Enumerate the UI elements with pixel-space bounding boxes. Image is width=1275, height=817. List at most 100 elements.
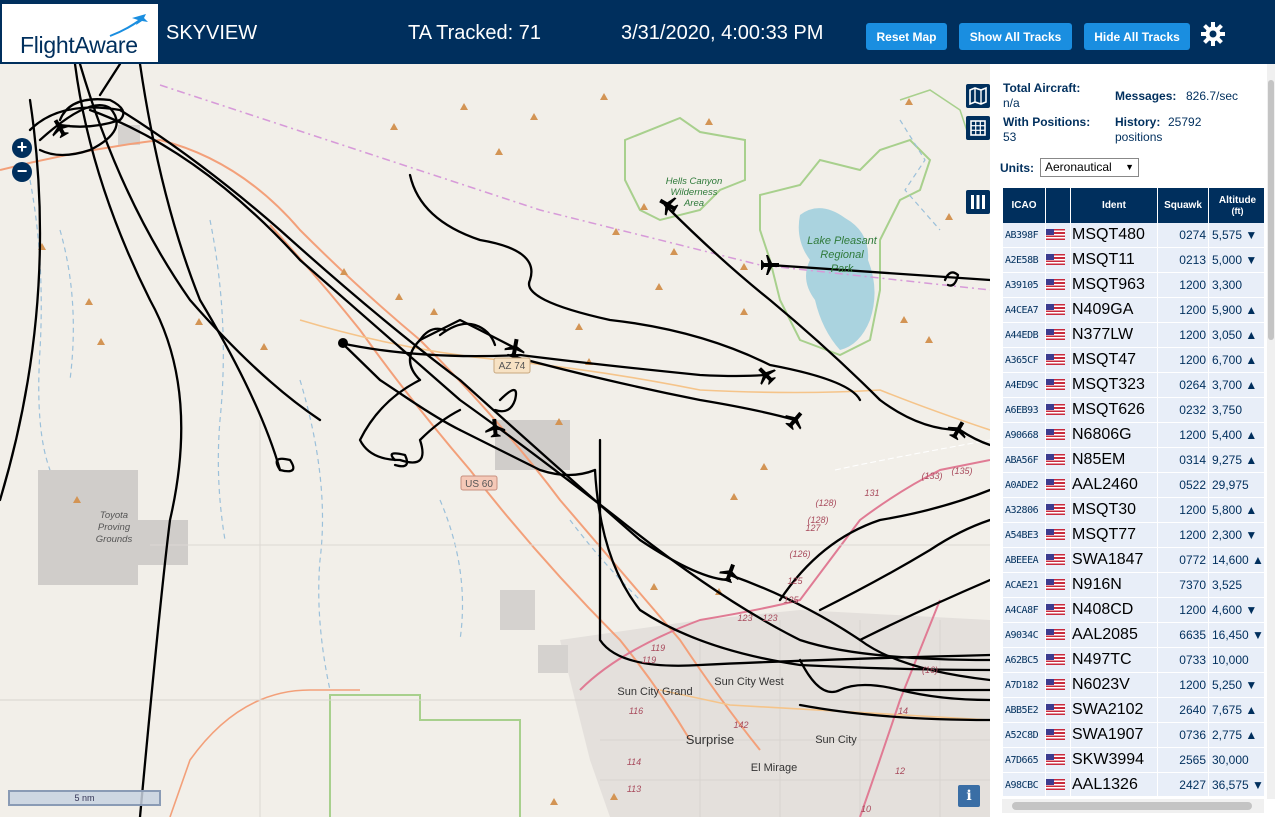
icao-cell: A90668	[1003, 423, 1045, 448]
table-row[interactable]: A54BE3 MSQT77 1200 2,300 ▼	[1003, 523, 1264, 548]
table-row[interactable]: A365CF MSQT47 1200 6,700 ▲	[1003, 348, 1264, 373]
toggle-columns-button[interactable]	[966, 190, 990, 214]
table-row[interactable]: ABA56F N85EM 0314 9,275 ▲	[1003, 448, 1264, 473]
table-row[interactable]: ACAE21 N916N 7370 3,525	[1003, 573, 1264, 598]
dropdown-arrow-icon: ▼	[1125, 162, 1134, 172]
units-select[interactable]: Aeronautical ▼	[1040, 158, 1139, 177]
table-row[interactable]: A4CEA7 N409GA 1200 5,900 ▲	[1003, 298, 1264, 323]
with-positions-label: With Positions:	[1003, 115, 1091, 129]
table-row[interactable]: ABB5E2 SWA2102 2640 7,675 ▲	[1003, 698, 1264, 723]
ident-cell: MSQT11	[1071, 248, 1157, 273]
table-row[interactable]: A62BC5 N497TC 0733 10,000	[1003, 648, 1264, 673]
ident-cell: MSQT77	[1071, 523, 1157, 548]
altitude-cell: 5,250 ▼	[1209, 673, 1264, 698]
flag-cell	[1046, 673, 1070, 698]
logo-text: FlightAware	[20, 32, 138, 58]
panel-vertical-scroll-thumb[interactable]	[1268, 80, 1274, 340]
ident-cell: AAL1326	[1071, 773, 1157, 796]
table-row[interactable]: A44EDB N377LW 1200 3,050 ▲	[1003, 323, 1264, 348]
us-flag-icon	[1046, 679, 1065, 691]
flag-cell	[1046, 448, 1070, 473]
flag-cell	[1046, 573, 1070, 598]
flag-cell	[1046, 548, 1070, 573]
map-icon	[969, 86, 987, 106]
table-row[interactable]: A4CA8F N408CD 1200 4,600 ▼	[1003, 598, 1264, 623]
table-row[interactable]: A7D665 SKW3994 2565 30,000	[1003, 748, 1264, 773]
squawk-cell: 1200	[1158, 523, 1208, 548]
table-row[interactable]: A98CBC AAL1326 2427 36,575 ▼	[1003, 773, 1264, 796]
icao-cell: A52C8D	[1003, 723, 1045, 748]
columns-icon	[971, 195, 985, 209]
flag-cell	[1046, 723, 1070, 748]
reset-map-button[interactable]: Reset Map	[866, 23, 947, 50]
map-layers-button[interactable]	[966, 84, 990, 108]
grid-icon	[970, 120, 986, 136]
table-row[interactable]: A9034C AAL2085 6635 16,450 ▼	[1003, 623, 1264, 648]
table-row[interactable]: A52C8D SWA1907 0736 2,775 ▲	[1003, 723, 1264, 748]
squawk-cell: 0522	[1158, 473, 1208, 498]
us-flag-icon	[1046, 554, 1065, 566]
altitude-cell: 5,900 ▲	[1209, 298, 1264, 323]
flag-cell	[1046, 648, 1070, 673]
squawk-cell: 2427	[1158, 773, 1208, 796]
flag-cell	[1046, 748, 1070, 773]
column-header-altitude[interactable]: Altitude (ft)	[1209, 188, 1264, 223]
show-all-tracks-button[interactable]: Show All Tracks	[959, 23, 1072, 50]
table-row[interactable]: A0ADE2 AAL2460 0522 29,975	[1003, 473, 1264, 498]
icao-cell: A7D182	[1003, 673, 1045, 698]
route-number-label: 131	[864, 488, 879, 498]
ident-cell: MSQT30	[1071, 498, 1157, 523]
icao-cell: A44EDB	[1003, 323, 1045, 348]
column-header-ident[interactable]: Ident	[1071, 188, 1157, 223]
ident-cell: SWA2102	[1071, 698, 1157, 723]
table-row[interactable]: A7D182 N6023V 1200 5,250 ▼	[1003, 673, 1264, 698]
table-row[interactable]: A32806 MSQT30 1200 5,800 ▲	[1003, 498, 1264, 523]
gear-icon[interactable]	[1199, 20, 1227, 48]
zoom-in-button[interactable]: +	[12, 138, 32, 158]
map-canvas[interactable]: AZ 74 US 60 Hells Canyon Wilderness Area…	[0, 64, 990, 817]
us-flag-icon	[1046, 379, 1065, 391]
zoom-out-button[interactable]: −	[12, 162, 32, 182]
icao-cell: A4ED9C	[1003, 373, 1045, 398]
history-unit: positions	[1115, 130, 1163, 144]
altitude-cell: 2,300 ▼	[1209, 523, 1264, 548]
info-button[interactable]: i	[958, 785, 980, 807]
table-row[interactable]: A39105 MSQT963 1200 3,300	[1003, 273, 1264, 298]
us-flag-icon	[1046, 579, 1065, 591]
table-row[interactable]: A90668 N6806G 1200 5,400 ▲	[1003, 423, 1264, 448]
map-grid-button[interactable]	[966, 116, 990, 140]
us-flag-icon	[1046, 229, 1065, 241]
route-number-label: 114	[627, 757, 641, 767]
column-header-flag[interactable]	[1046, 188, 1070, 223]
column-header-icao[interactable]: ICAO	[1003, 188, 1045, 223]
us-flag-icon	[1046, 429, 1065, 441]
brand-title: SKYVIEW	[166, 22, 258, 44]
table-header-row: ICAO Ident Squawk Altitude (ft)	[1003, 188, 1264, 223]
table-row[interactable]: A4ED9C MSQT323 0264 3,700 ▲	[1003, 373, 1264, 398]
squawk-cell: 0264	[1158, 373, 1208, 398]
flightaware-logo[interactable]: FlightAware	[2, 4, 158, 62]
map-view[interactable]: AZ 74 US 60 Hells Canyon Wilderness Area…	[0, 64, 990, 817]
ident-cell: MSQT323	[1071, 373, 1157, 398]
icao-cell: ABA56F	[1003, 448, 1045, 473]
icao-cell: A62BC5	[1003, 648, 1045, 673]
ident-cell: N85EM	[1071, 448, 1157, 473]
squawk-cell: 0213	[1158, 248, 1208, 273]
total-aircraft-value: n/a	[1003, 96, 1020, 110]
column-header-squawk[interactable]: Squawk	[1158, 188, 1208, 223]
squawk-cell: 7370	[1158, 573, 1208, 598]
ident-cell: SWA1907	[1071, 723, 1157, 748]
aircraft-table[interactable]: ICAO Ident Squawk Altitude (ft) AB398F MSQ…	[1002, 188, 1264, 796]
table-row[interactable]: ABEEEA SWA1847 0772 14,600 ▲	[1003, 548, 1264, 573]
map-label-hells-canyon: Hells Canyon	[666, 176, 723, 187]
hide-all-tracks-button[interactable]: Hide All Tracks	[1084, 23, 1190, 50]
table-row[interactable]: A2E58B MSQT11 0213 5,000 ▼	[1003, 248, 1264, 273]
ident-cell: N6023V	[1071, 673, 1157, 698]
map-label-grounds: Grounds	[96, 534, 133, 545]
table-row[interactable]: A6EB93 MSQT626 0232 3,750	[1003, 398, 1264, 423]
table-horizontal-scroll-thumb[interactable]	[1012, 802, 1252, 810]
table-row[interactable]: AB398F MSQT480 0274 5,575 ▼	[1003, 223, 1264, 248]
ident-cell: MSQT480	[1071, 223, 1157, 248]
flag-cell	[1046, 423, 1070, 448]
ident-cell: AAL2460	[1071, 473, 1157, 498]
